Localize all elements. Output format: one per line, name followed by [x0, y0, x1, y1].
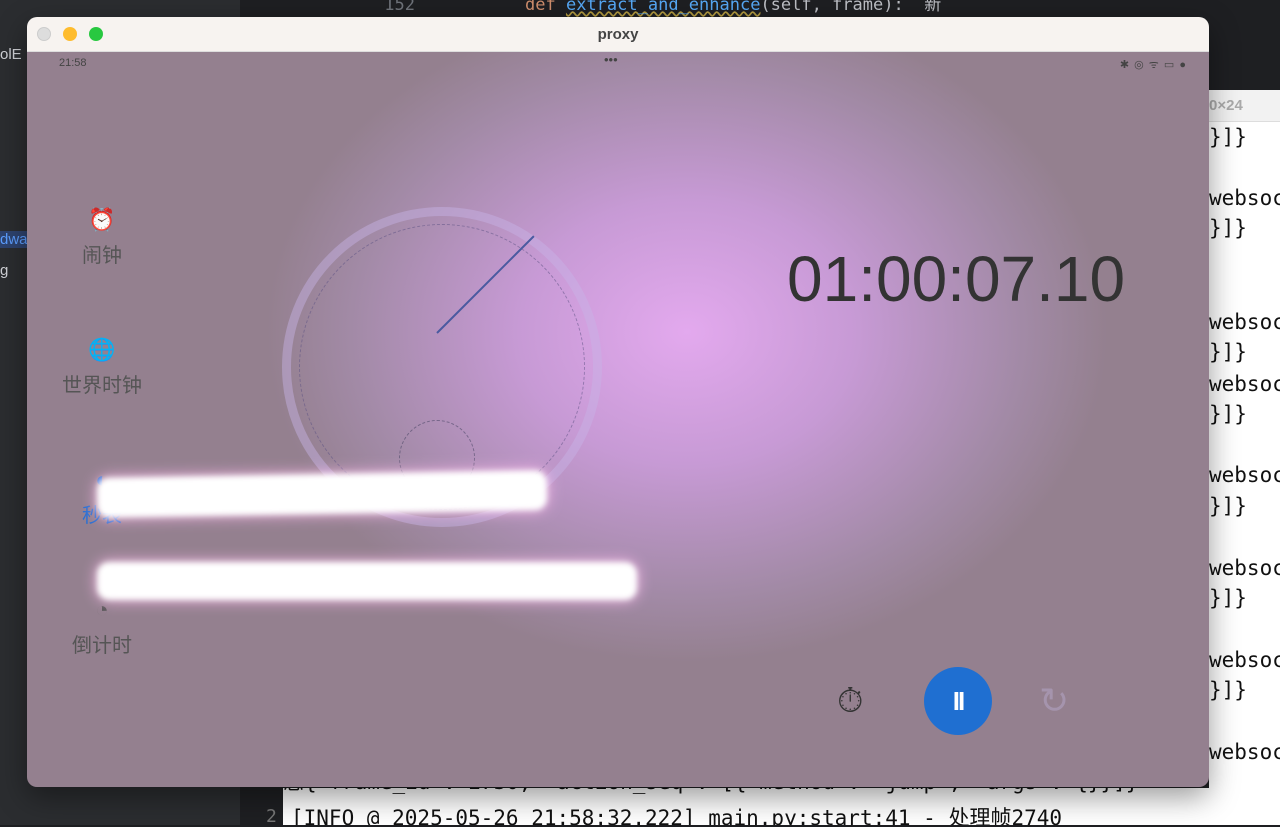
- alarm-icon: ⏰: [88, 207, 116, 232]
- terminal-line: }]}: [1209, 586, 1247, 610]
- terminal-line: }]}: [1209, 216, 1247, 240]
- glare-strip: [97, 562, 637, 600]
- nav-label: 闹钟: [82, 245, 122, 267]
- sidebar-item[interactable]: olE: [0, 46, 22, 63]
- status-icons: ✱ ◎ ᯤ ▭ ●: [1119, 59, 1187, 71]
- sidebar-item[interactable]: g: [0, 262, 8, 279]
- nav-timer[interactable]: ◔ 倒计时: [57, 597, 147, 658]
- menu-dots[interactable]: •••: [604, 52, 618, 67]
- terminal-line: }]}: [1209, 678, 1247, 702]
- reset-button[interactable]: ↻: [1039, 680, 1069, 722]
- terminal-line: }]}: [1209, 340, 1247, 364]
- terminal-line: }]}: [1209, 494, 1247, 518]
- code-function: extract_and_enhance: [565, 0, 761, 15]
- lap-button[interactable]: ⏱: [837, 682, 864, 721]
- terminal-line: }]}: [1209, 125, 1247, 149]
- timer-icon: ◔: [95, 597, 109, 622]
- terminal-line: [INFO @ 2025-05-26 21:58:32.222] main.py…: [291, 806, 1063, 825]
- terminal-line: websoc: [1209, 556, 1280, 580]
- terminal-line: }]}: [1209, 402, 1247, 426]
- terminal-line: websoc: [1209, 740, 1280, 764]
- terminal-line: websoc: [1209, 372, 1280, 396]
- nav-label: 世界时钟: [62, 375, 142, 397]
- glare-strip: [96, 470, 548, 518]
- terminal-bottom[interactable]: 态{'frame_id': 2730, 'action_seq': [{'met…: [283, 788, 1209, 825]
- line-number: 152: [384, 0, 415, 15]
- stopwatch-time: 01:00:07.10: [787, 243, 1126, 315]
- terminal-line: websoc: [1209, 310, 1280, 334]
- terminal-line: websoc: [1209, 186, 1280, 210]
- window-title: proxy: [597, 26, 639, 43]
- sidebar-item-selected[interactable]: dwa: [0, 231, 28, 248]
- nav-alarm[interactable]: ⏰ 闹钟: [57, 207, 147, 268]
- nav-world-clock[interactable]: 🌐 世界时钟: [57, 337, 147, 398]
- proxy-window: proxy 21:58 ••• ✱ ◎ ᯤ ▭ ● ⏰闹钟 🌐世界时钟 ◐秒表 …: [27, 17, 1209, 787]
- phone-screen[interactable]: 21:58 ••• ✱ ◎ ᯤ ▭ ● ⏰闹钟 🌐世界时钟 ◐秒表 ◔倒计时 0…: [27, 52, 1209, 787]
- code-keyword: def: [525, 0, 556, 15]
- terminal-panel[interactable]: 0×24 }]} websoc }]} websoc }]} websoc }]…: [1209, 90, 1280, 825]
- code-rest: (self, frame): 新: [760, 0, 942, 15]
- terminal-size: 0×24: [1209, 90, 1280, 122]
- gutter: 2: [240, 788, 283, 827]
- code-editor[interactable]: 152 def extract_and_enhance(self, frame):…: [240, 0, 1280, 15]
- terminal-line: 态{'frame_id': 2730, 'action_seq': [{'met…: [283, 788, 1138, 796]
- status-time: 21:58: [59, 57, 87, 69]
- pause-button[interactable]: II: [924, 667, 992, 735]
- globe-icon: 🌐: [88, 337, 116, 362]
- terminal-line: websoc: [1209, 648, 1280, 672]
- nav-label: 倒计时: [72, 635, 132, 657]
- terminal-line: websoc: [1209, 463, 1280, 487]
- title-bar[interactable]: proxy: [27, 17, 1209, 52]
